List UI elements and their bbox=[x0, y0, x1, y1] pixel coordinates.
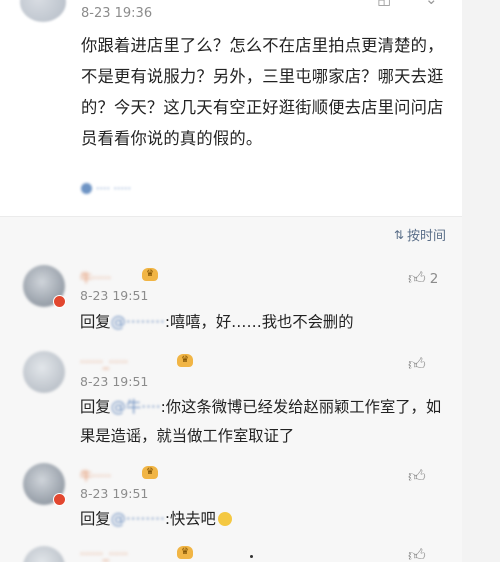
mention-link[interactable]: @········ bbox=[111, 510, 165, 528]
comment-item: ······_····· ♛ 8-23 19:51 👍︎ 回复@牛····:你这… bbox=[0, 348, 462, 458]
like-count: 2 bbox=[429, 270, 439, 287]
mention-link[interactable]: @牛···· bbox=[111, 398, 161, 416]
commenter-name[interactable]: 牛····· bbox=[80, 269, 111, 286]
commenter-name[interactable]: 牛····· bbox=[80, 467, 111, 484]
page-indicator-dot bbox=[250, 555, 253, 558]
mention-link[interactable]: @········ bbox=[111, 313, 165, 331]
location-icon bbox=[81, 182, 92, 194]
thumbs-up-icon: 👍︎ bbox=[408, 467, 426, 487]
comment-item: 牛····· ♛ 8-23 19:51 👍︎ 回复@········:快去吧 bbox=[0, 460, 462, 540]
sort-button[interactable]: ⇅ 按时间 bbox=[393, 225, 446, 245]
comment-time: 8-23 19:51 bbox=[80, 374, 149, 389]
comment-item: 牛····· ♛ 8-23 19:51 👍︎ 2 回复@········:嘻嘻，… bbox=[0, 262, 462, 342]
comment-text: 回复@········:嘻嘻，好……我也不会删的 bbox=[80, 308, 450, 337]
verified-badge bbox=[53, 295, 66, 308]
post-time: 8-23 19:36 bbox=[81, 6, 153, 21]
comment-body: :嘻嘻，好……我也不会删的 bbox=[164, 313, 354, 331]
sort-label: 按时间 bbox=[406, 229, 446, 244]
vip-crown-icon: ♛ bbox=[142, 466, 158, 479]
smile-emoji-icon bbox=[217, 512, 232, 526]
vip-crown-icon: ♛ bbox=[177, 354, 193, 367]
like-button[interactable]: 👍︎ bbox=[408, 354, 426, 375]
comment-text: 回复@牛····:你这条微博已经发给赵丽颖工作室了，如果是造谣，就当做工作室取证… bbox=[80, 393, 450, 451]
reply-prefix: 回复 bbox=[80, 313, 111, 331]
like-button[interactable]: 👍︎ bbox=[408, 545, 426, 562]
reply-prefix: 回复 bbox=[80, 510, 111, 528]
comment-time: 8-23 19:51 bbox=[80, 288, 149, 303]
thumbs-up-icon: 👍︎ bbox=[408, 269, 426, 289]
divider bbox=[0, 216, 462, 217]
comment-list: ⇅ 按时间 牛····· ♛ 8-23 19:51 👍︎ 2 回复@······… bbox=[0, 216, 462, 562]
thumbs-up-icon: 👍︎ bbox=[408, 355, 426, 375]
like-button[interactable]: 👍︎ bbox=[408, 466, 426, 487]
post-actions: ◱ ⌄ bbox=[373, 0, 463, 10]
commenter-name[interactable]: ······_····· bbox=[80, 547, 128, 561]
comment-time: 8-23 19:51 bbox=[80, 486, 149, 501]
forward-icon[interactable]: ◱ bbox=[377, 0, 391, 8]
side-strip bbox=[462, 0, 500, 562]
avatar[interactable] bbox=[23, 351, 65, 393]
verified-badge bbox=[53, 493, 66, 506]
location-tag[interactable]: ···· ····· bbox=[81, 180, 167, 196]
original-post: 8-23 19:36 ◱ ⌄ 你跟着进店里了么？怎么不在店里拍点更清楚的，不是更… bbox=[0, 0, 462, 216]
comment-text: 回复@········:快去吧 bbox=[80, 505, 450, 534]
avatar[interactable] bbox=[23, 546, 65, 562]
post-text: 你跟着进店里了么？怎么不在店里拍点更清楚的，不是更有说服力？另外，三里屯哪家店？… bbox=[81, 36, 444, 148]
comment-body: :快去吧 bbox=[164, 510, 216, 528]
post-author-avatar[interactable] bbox=[20, 0, 66, 22]
vip-crown-icon: ♛ bbox=[177, 546, 193, 559]
like-button[interactable]: 👍︎ 2 bbox=[408, 268, 438, 289]
more-icon[interactable]: ⌄ bbox=[425, 0, 438, 8]
commenter-name[interactable]: ······_····· bbox=[80, 355, 128, 369]
weibo-comment-screen: 8-23 19:36 ◱ ⌄ 你跟着进店里了么？怎么不在店里拍点更清楚的，不是更… bbox=[0, 0, 500, 562]
comment-item: ······_····· ♛ 👍︎ bbox=[0, 543, 462, 562]
sort-icon: ⇅ bbox=[393, 227, 404, 242]
vip-crown-icon: ♛ bbox=[142, 268, 158, 281]
reply-prefix: 回复 bbox=[80, 398, 111, 416]
thumbs-up-icon: 👍︎ bbox=[408, 546, 426, 562]
location-label: ···· ····· bbox=[96, 181, 131, 195]
